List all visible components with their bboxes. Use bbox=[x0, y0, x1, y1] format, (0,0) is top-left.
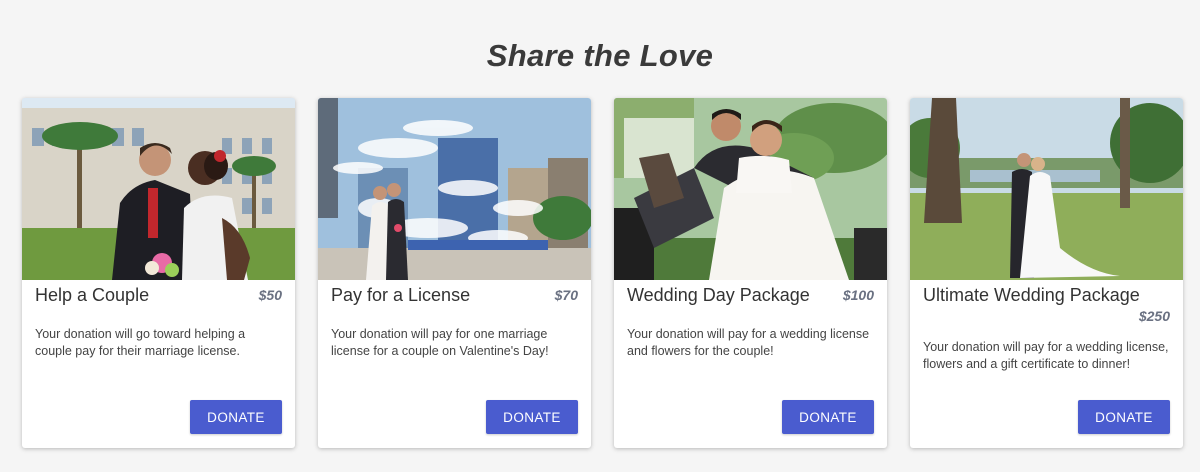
card-description: Your donation will pay for one marriage … bbox=[331, 327, 549, 358]
page-title: Share the Love bbox=[486, 38, 714, 73]
couple-kissing-by-fountain-photo bbox=[318, 98, 591, 280]
donate-button[interactable]: DONATE bbox=[1078, 400, 1170, 434]
donation-card-ultimate-wedding-package: Ultimate Wedding Package $250 Your donat… bbox=[910, 98, 1183, 448]
donation-card-help-a-couple: Help a Couple $50 Your donation will go … bbox=[22, 98, 295, 448]
card-description: Your donation will go toward helping a c… bbox=[35, 327, 246, 358]
card-title: Wedding Day Package bbox=[627, 285, 810, 305]
card-price: $250 bbox=[1138, 308, 1170, 324]
card-description: Your donation will pay for a wedding lic… bbox=[923, 340, 1169, 371]
card-price: $50 bbox=[258, 287, 282, 303]
card-price: $100 bbox=[842, 287, 874, 303]
donation-card-pay-for-a-license: Pay for a License $70 Your donation will… bbox=[318, 98, 591, 448]
donate-button[interactable]: DONATE bbox=[486, 400, 578, 434]
card-title: Pay for a License bbox=[331, 285, 471, 305]
couple-kissing-outdoors-photo bbox=[22, 98, 295, 280]
donation-card-wedding-day-package: Wedding Day Package $100 Your donation w… bbox=[614, 98, 887, 448]
bride-groom-on-bench-photo bbox=[614, 98, 887, 280]
card-description: Your donation will pay for a wedding lic… bbox=[627, 327, 870, 358]
couple-kissing-in-park-photo bbox=[910, 98, 1183, 280]
card-title: Help a Couple bbox=[35, 285, 150, 305]
donate-button[interactable]: DONATE bbox=[190, 400, 282, 434]
donate-button[interactable]: DONATE bbox=[782, 400, 874, 434]
card-title: Ultimate Wedding Package bbox=[923, 285, 1140, 305]
card-price: $70 bbox=[554, 287, 578, 303]
